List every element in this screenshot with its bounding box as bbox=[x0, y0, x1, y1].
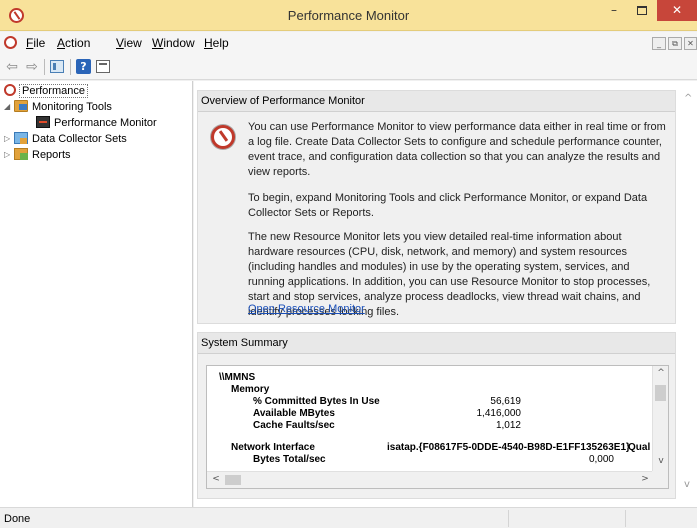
summary-machine-name: \\MMNS bbox=[219, 372, 256, 383]
menu-view-accel: V bbox=[116, 36, 124, 50]
menu-window-accel: W bbox=[152, 36, 164, 50]
scrollbar-corner bbox=[652, 471, 668, 488]
scroll-up-arrow-icon[interactable]: ^ bbox=[684, 93, 692, 104]
scroll-down-arrow-icon[interactable]: v bbox=[684, 479, 690, 490]
menu-view-label: iew bbox=[123, 36, 142, 50]
expand-arrow-icon[interactable]: ◢ bbox=[4, 99, 14, 115]
results-pane: Overview of Performance Monitor You can … bbox=[194, 81, 697, 507]
summary-counter-value: 1,416,000 bbox=[476, 408, 522, 419]
overview-paragraph-1: You can use Performance Monitor to view … bbox=[248, 121, 666, 178]
summary-vertical-scrollbar[interactable]: ^ v bbox=[652, 366, 668, 472]
summary-counter-name: Cache Faults/sec bbox=[253, 420, 335, 431]
overview-panel: Overview of Performance Monitor You can … bbox=[197, 90, 676, 324]
mdi-close-button[interactable]: ✕ bbox=[684, 37, 697, 50]
menu-help-accel: H bbox=[204, 36, 213, 50]
tree-item-reports-label: Reports bbox=[32, 149, 71, 161]
open-resource-monitor-link[interactable]: Open Resource Monitor bbox=[248, 303, 365, 315]
toolbar-separator bbox=[70, 59, 71, 75]
help-button[interactable]: ? bbox=[76, 59, 91, 74]
console-tree: Performance ◢ Monitoring Tools Performanc… bbox=[0, 81, 193, 507]
menu-bar: File Action View Window Help bbox=[0, 32, 697, 54]
scroll-up-arrow-icon[interactable]: ^ bbox=[654, 368, 668, 378]
summary-counter-value: 56,619 bbox=[490, 396, 521, 407]
monitoring-tools-icon bbox=[14, 100, 28, 113]
tree-item-monitoring-tools[interactable]: ◢ Monitoring Tools bbox=[4, 99, 112, 115]
menu-help-label: elp bbox=[212, 36, 229, 50]
summary-instance-name: isatap.{F08617F5-0DDE-4540-B98D-E1FF1352… bbox=[387, 442, 630, 453]
menu-action[interactable]: Action bbox=[57, 36, 90, 50]
menu-help[interactable]: Help bbox=[204, 36, 229, 50]
collapse-arrow-icon[interactable]: ▷ bbox=[4, 131, 14, 147]
scroll-left-arrow-icon[interactable]: < bbox=[209, 474, 223, 484]
status-text: Done bbox=[4, 513, 31, 525]
summary-counter-name: Available MBytes bbox=[253, 408, 335, 419]
back-button[interactable]: ⇦ bbox=[4, 59, 20, 75]
maximize-icon bbox=[637, 6, 647, 15]
scroll-right-arrow-icon[interactable]: > bbox=[638, 474, 652, 484]
menu-action-accel: A bbox=[57, 36, 66, 50]
summary-instance-name-2: Qual bbox=[628, 442, 651, 453]
menu-view[interactable]: View bbox=[116, 36, 142, 50]
overview-paragraph-2: To begin, expand Monitoring Tools and cl… bbox=[248, 192, 648, 219]
scroll-thumb[interactable] bbox=[655, 385, 666, 401]
tree-item-performance-monitor-label: Performance Monitor bbox=[54, 117, 157, 129]
menu-action-label: ction bbox=[65, 36, 91, 50]
minimize-button[interactable]: – bbox=[600, 0, 628, 21]
summary-counter-value: 0,000 bbox=[588, 454, 614, 465]
close-button[interactable]: ✕ bbox=[657, 0, 697, 21]
summary-counter-name: % Committed Bytes In Use bbox=[253, 396, 380, 407]
title-bar: Performance Monitor – ✕ bbox=[0, 0, 697, 31]
summary-counter-value: 1,012 bbox=[495, 420, 521, 431]
collapse-arrow-icon[interactable]: ▷ bbox=[4, 147, 14, 163]
summary-object-memory: Memory bbox=[231, 384, 270, 395]
open-resource-monitor-link-wrap: Open Resource Monitor bbox=[248, 302, 668, 317]
performance-icon bbox=[4, 84, 16, 97]
status-bar: Done bbox=[0, 507, 697, 528]
mdi-minimize-button[interactable]: _ bbox=[652, 37, 666, 50]
summary-counter-name: Bytes Total/sec bbox=[253, 454, 326, 465]
performance-monitor-icon bbox=[211, 125, 235, 149]
system-summary-panel: System Summary \\MMNS Memory % Committed… bbox=[197, 332, 676, 499]
status-divider bbox=[508, 510, 509, 527]
overview-header[interactable]: Overview of Performance Monitor bbox=[198, 91, 675, 112]
window-title: Performance Monitor bbox=[287, 8, 410, 23]
summary-horizontal-scrollbar[interactable]: < > bbox=[207, 471, 654, 488]
tree-item-performance-monitor[interactable]: Performance Monitor bbox=[36, 115, 157, 131]
menu-file-label: ile bbox=[33, 36, 46, 50]
summary-object-network-interface: Network Interface bbox=[231, 442, 315, 453]
tree-item-data-collector-sets[interactable]: ▷ Data Collector Sets bbox=[4, 131, 127, 147]
menu-window[interactable]: Window bbox=[152, 36, 195, 50]
system-summary-header[interactable]: System Summary bbox=[198, 333, 675, 354]
scroll-thumb[interactable] bbox=[225, 475, 241, 485]
results-pane-scrollbar[interactable]: ^ v bbox=[682, 81, 697, 507]
tree-item-performance[interactable]: Performance bbox=[4, 83, 88, 99]
menu-window-label: indow bbox=[163, 36, 195, 50]
toolbar-separator bbox=[44, 59, 45, 75]
system-summary-list[interactable]: \\MMNS Memory % Committed Bytes In Use 5… bbox=[206, 365, 669, 489]
tree-item-performance-label: Performance bbox=[19, 84, 88, 98]
performance-monitor-icon bbox=[36, 116, 50, 129]
status-divider bbox=[625, 510, 626, 527]
forward-button[interactable]: ⇨ bbox=[24, 59, 40, 75]
scroll-down-arrow-icon[interactable]: v bbox=[654, 456, 668, 466]
show-hide-console-tree-icon[interactable] bbox=[50, 60, 64, 73]
toolbar: ⇦ ⇨ ? bbox=[0, 54, 697, 80]
tree-item-monitoring-tools-label: Monitoring Tools bbox=[32, 101, 112, 113]
show-action-pane-icon[interactable] bbox=[96, 60, 110, 73]
tree-item-reports[interactable]: ▷ Reports bbox=[4, 147, 71, 163]
menu-file[interactable]: File bbox=[26, 36, 45, 50]
performance-menu-icon[interactable] bbox=[4, 36, 17, 49]
tree-item-data-collector-sets-label: Data Collector Sets bbox=[32, 133, 127, 145]
data-collector-sets-icon bbox=[14, 132, 28, 145]
reports-icon bbox=[14, 148, 28, 161]
mdi-restore-button[interactable]: ⧉ bbox=[668, 37, 682, 50]
maximize-button[interactable] bbox=[628, 0, 656, 21]
